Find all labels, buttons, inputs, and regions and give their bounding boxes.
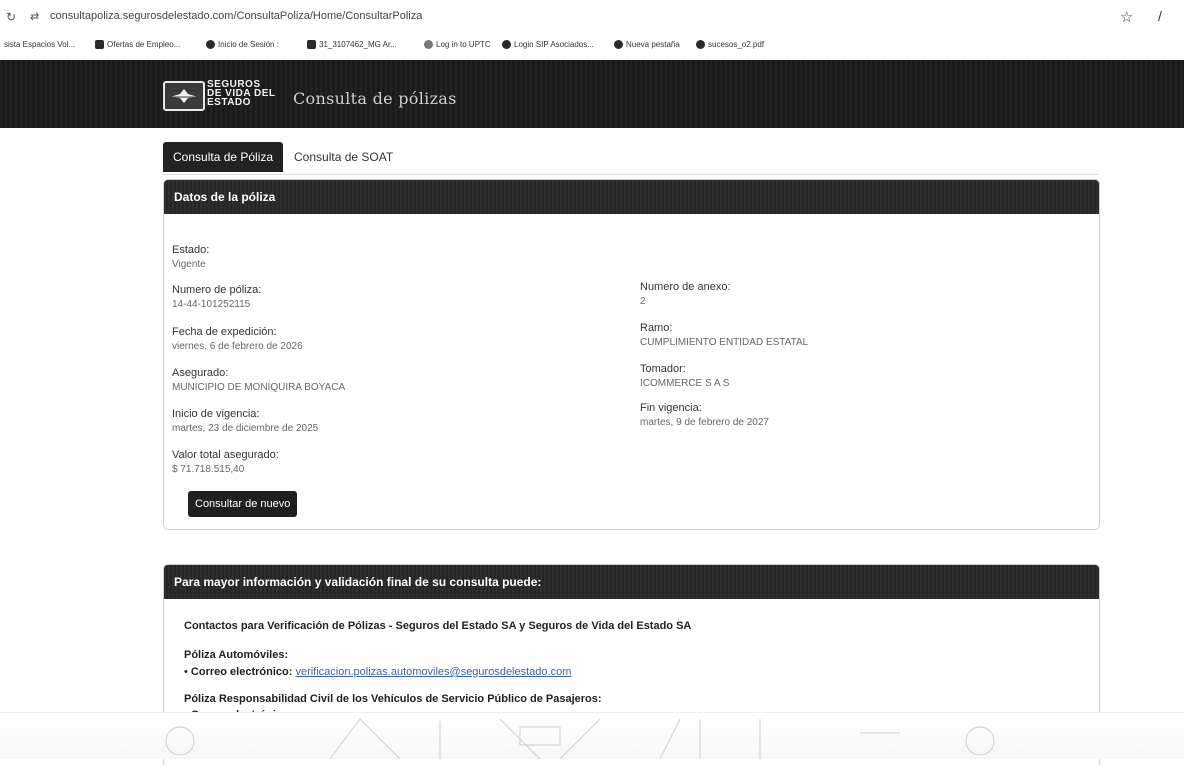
field-value: 2 [640,296,646,307]
bookmark-icon [95,40,104,49]
rc-policy-heading: Póliza Responsabilidad Civil de los Vehí… [184,693,602,705]
field-label: Inicio de vigencia: [172,408,260,420]
bookmark-label: Inicio de Sesión : [218,40,279,49]
field-value: CUMPLIMIENTO ENTIDAD ESTATAL [640,337,809,348]
browser-address-bar: ↻ ⇄ consultapoliza.segurosdelestado.com/… [0,0,1184,34]
edit-pen-icon[interactable]: / [1158,8,1162,24]
tomador-field: Tomador: ICOMMERCE S A S [640,363,729,389]
globe-icon [614,40,623,49]
field-value: martes, 9 de febrero de 2027 [640,417,769,428]
bookmark-item[interactable]: Login SIP Asociados... [502,40,594,49]
eagle-logo-icon[interactable] [163,81,205,111]
document-icon [307,40,316,49]
tab-consulta-soat[interactable]: Consulta de SOAT [284,142,403,172]
field-value: martes, 23 de diciembre de 2025 [172,423,319,434]
estado-field: Estado: Vigente [172,244,209,270]
bookmark-label: Log in to UPTC [436,40,491,49]
field-label: Numero de anexo: [640,281,731,293]
fecha-expedicion-field: Fecha de expedición: viernes, 6 de febre… [172,326,303,352]
pin-icon [424,40,433,49]
inicio-vigencia-field: Inicio de vigencia: martes, 23 de diciem… [172,408,318,434]
contacts-heading: Contactos para Verificación de Pólizas -… [184,620,692,632]
field-label: Fecha de expedición: [172,326,277,338]
field-label: Numero de póliza: [172,284,262,296]
field-value: 14-44-101252115 [172,299,251,310]
bookmark-label: Ofertas de Empleo... [107,40,181,49]
auto-email-row: • Correo electrónico: verificacion.poliz… [184,666,571,678]
asegurado-field: Asegurado: MUNICIPIO DE MONIQUIRA BOYACA [172,367,345,393]
auto-email-link[interactable]: verificacion.polizas.automoviles@seguros… [295,666,571,678]
fin-vigencia-field: Fin vigencia: martes, 9 de febrero de 20… [640,402,769,428]
bookmark-item[interactable]: Nueva pestaña [614,40,680,49]
page-title: Consulta de pólizas [293,89,457,108]
company-logo-text: SEGUROS DE VIDA DEL ESTADO [207,80,287,108]
tab-consulta-poliza[interactable]: Consulta de Póliza [163,142,284,172]
panel-title: Datos de la póliza [164,180,1099,214]
field-value: MUNICIPIO DE MONIQUIRA BOYACA [172,382,346,393]
field-label: Ramo: [640,322,673,334]
field-label: Estado: [172,244,210,256]
valor-asegurado-field: Valor total asegurado: $ 71.718.515,40 [172,449,279,475]
bookmark-item[interactable]: Log in to UPTC [424,40,491,49]
bullet-icon: • [184,666,188,678]
globe-icon [696,40,705,49]
numero-anexo-field: Numero de anexo: 2 [640,281,731,307]
auto-policy-heading: Póliza Automóviles: [184,649,289,661]
site-header: SEGUROS DE VIDA DEL ESTADO Consulta de p… [0,60,1184,128]
field-value: Vigente [172,259,206,270]
field-label: Fin vigencia: [640,402,702,414]
site-info-icon[interactable]: ⇄ [30,10,39,23]
bookmark-item[interactable]: Inicio de Sesión : [206,40,279,49]
watermark-seals [0,712,1184,760]
url-text[interactable]: consultapoliza.segurosdelestado.com/Cons… [50,10,422,22]
bookmark-label: sista Espacios Vol... [4,40,76,49]
bookmark-label: sucesos_o2.pdf [708,40,765,49]
bookmark-item[interactable]: 31_3107462_MG Ar... [307,40,397,49]
consultar-de-nuevo-button[interactable]: Consultar de nuevo [188,491,298,517]
bookmark-label: Nueva pestaña [626,40,680,49]
field-label: Tomador: [640,363,686,375]
shield-icon [502,40,511,49]
bookmark-label: Login SIP Asociados... [514,40,594,49]
numero-poliza-field: Numero de póliza: 14-44-101252115 [172,284,261,310]
tab-bar: Consulta de Póliza Consulta de SOAT [163,142,1098,175]
globe-icon [206,40,215,49]
bookmarks-bar: sista Espacios Vol... Ofertas de Empleo.… [0,36,1184,58]
logo-line: ESTADO [207,97,251,108]
policy-data-panel: Datos de la póliza Estado: Vigente Numer… [163,179,1100,530]
bookmark-item[interactable]: sista Espacios Vol... [4,40,75,49]
panel-title: Para mayor información y validación fina… [164,565,1099,599]
field-label: Asegurado: [172,367,229,379]
ramo-field: Ramo: CUMPLIMIENTO ENTIDAD ESTATAL [640,322,808,348]
seal-watermark-icon [165,718,995,760]
reload-icon[interactable]: ↻ [6,10,16,24]
bookmark-item[interactable]: sucesos_o2.pdf [696,40,764,49]
bookmark-item[interactable]: Ofertas de Empleo... [95,40,180,49]
email-label: Correo electrónico: [190,666,293,678]
bookmark-star-icon[interactable]: ☆ [1120,8,1133,26]
field-label: Valor total asegurado: [172,449,279,461]
field-value: $ 71.718.515,40 [172,464,245,475]
field-value: viernes, 6 de febrero de 2026 [172,341,303,352]
bookmark-label: 31_3107462_MG Ar... [319,40,397,49]
field-value: ICOMMERCE S A S [640,378,730,389]
